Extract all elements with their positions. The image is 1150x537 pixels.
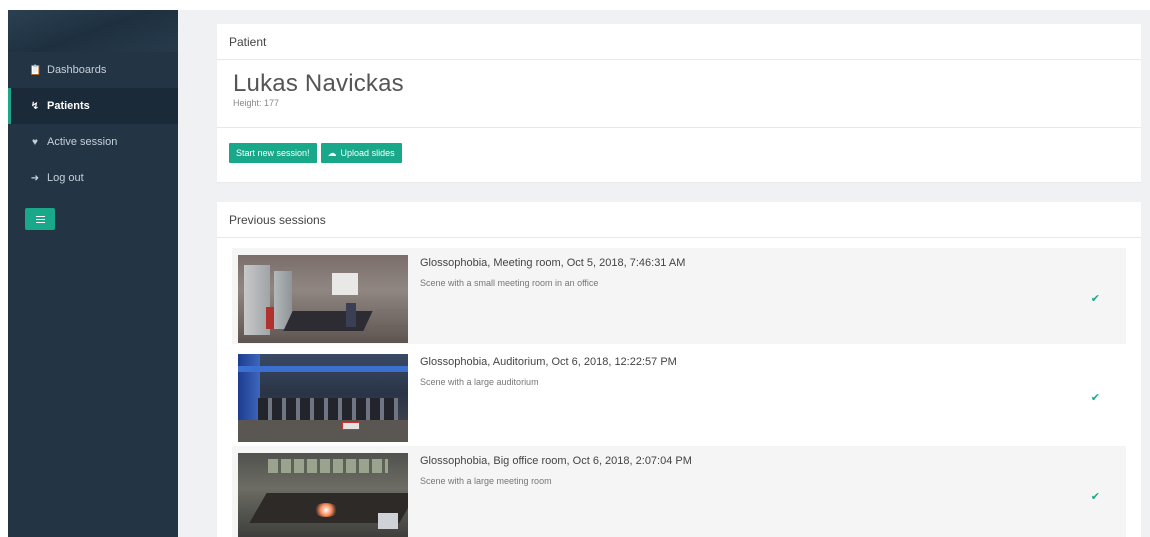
session-thumbnail-auditorium (238, 354, 408, 442)
patient-panel-heading: Patient (217, 24, 1141, 60)
sidebar-item-patients[interactable]: ↯ Patients (8, 88, 178, 124)
sidebar-item-active-session[interactable]: ♥ Active session (8, 124, 178, 160)
session-title: Glossophobia, Auditorium, Oct 6, 2018, 1… (420, 356, 677, 368)
sidebar-item-label: Patients (47, 100, 90, 112)
session-description: Scene with a small meeting room in an of… (420, 278, 599, 288)
check-icon: ✔ (1090, 293, 1100, 305)
check-icon: ✔ (1090, 491, 1100, 503)
clipboard-icon: 📋 (29, 64, 42, 76)
logout-icon: ➜ (30, 172, 40, 184)
menu-toggle-button[interactable] (25, 208, 55, 230)
session-thumbnail-big-office-room (238, 453, 408, 537)
start-new-session-label: Start new session! (236, 148, 310, 158)
sidebar-item-log-out[interactable]: ➜ Log out (8, 160, 178, 196)
cloud-upload-icon: ☁ (327, 147, 337, 158)
check-icon: ✔ (1090, 392, 1100, 404)
main-content: Patient Lukas Navickas Height: 177 Start… (178, 10, 1150, 537)
brand-logo[interactable] (8, 10, 178, 52)
upload-slides-label: Upload slides (340, 148, 395, 158)
patient-name: Lukas Navickas (233, 70, 404, 97)
start-new-session-button[interactable]: Start new session! (229, 143, 317, 163)
sidebar-item-dashboards[interactable]: 📋 Dashboards (8, 52, 178, 88)
heart-icon: ♥ (32, 136, 38, 148)
patient-actions: Start new session! ☁ Upload slides (217, 128, 1141, 163)
session-description: Scene with a large meeting room (420, 476, 552, 486)
patient-panel: Patient Lukas Navickas Height: 177 Start… (217, 24, 1141, 182)
patient-details: Lukas Navickas Height: 177 (217, 60, 1141, 128)
previous-sessions-heading: Previous sessions (217, 202, 1141, 238)
session-list: Glossophobia, Meeting room, Oct 5, 2018,… (217, 238, 1141, 537)
session-item[interactable]: Glossophobia, Auditorium, Oct 6, 2018, 1… (232, 347, 1126, 443)
session-description: Scene with a large auditorium (420, 377, 539, 387)
stethoscope-icon: ↯ (30, 100, 40, 112)
session-item[interactable]: Glossophobia, Meeting room, Oct 5, 2018,… (232, 248, 1126, 344)
sidebar-item-label: Dashboards (47, 64, 107, 76)
session-title: Glossophobia, Big office room, Oct 6, 20… (420, 455, 692, 467)
session-title: Glossophobia, Meeting room, Oct 5, 2018,… (420, 257, 686, 269)
upload-slides-button[interactable]: ☁ Upload slides (320, 143, 402, 163)
sidebar-item-label: Log out (47, 172, 84, 184)
session-item[interactable]: Glossophobia, Big office room, Oct 6, 20… (232, 446, 1126, 537)
sidebar-item-label: Active session (47, 136, 118, 148)
session-thumbnail-meeting-room (238, 255, 408, 343)
previous-sessions-panel: Previous sessions Glossophobia, Meeting … (217, 202, 1141, 537)
sidebar: 📋 Dashboards ↯ Patients ♥ Active session… (8, 10, 178, 537)
hamburger-icon (35, 215, 45, 223)
patient-height: Height: 177 (233, 98, 280, 108)
